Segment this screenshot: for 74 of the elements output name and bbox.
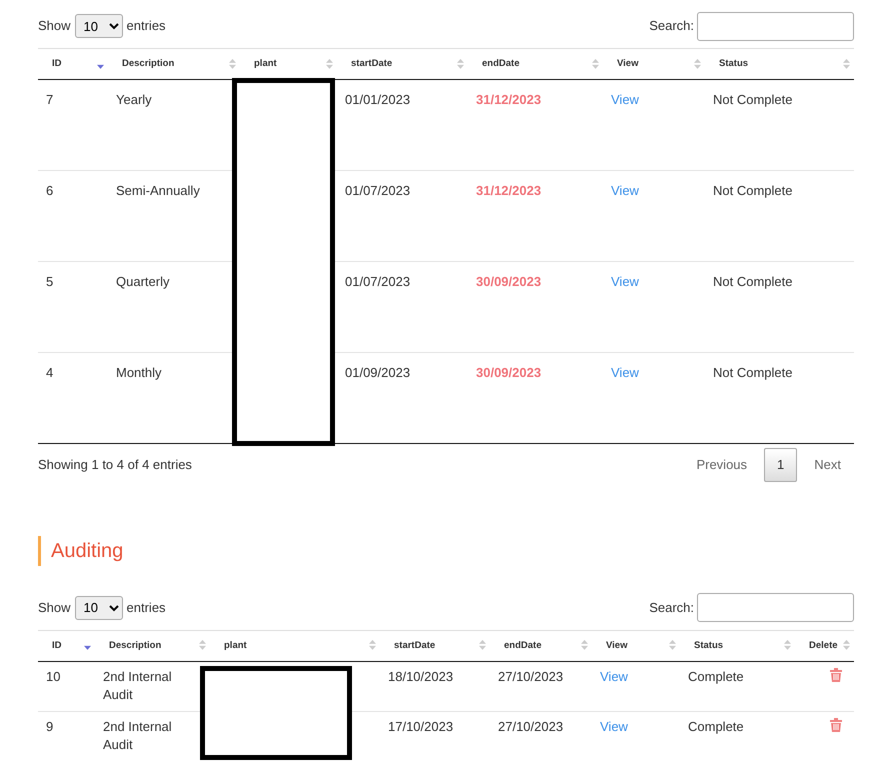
start-date-cell: 18/10/2023 [388, 669, 454, 684]
start-date-cell: 01/07/2023 [345, 274, 410, 290]
id-cell: 6 [46, 183, 54, 198]
search-label: Search: [649, 17, 694, 36]
end-date-cell: 30/09/2023 [476, 274, 542, 290]
sort-icon[interactable] [843, 57, 850, 70]
trash-icon[interactable] [830, 718, 842, 732]
status-cell: Not Complete [713, 92, 792, 108]
sort-icon[interactable] [592, 57, 599, 70]
sort-icon[interactable] [669, 639, 676, 652]
search-field[interactable] [697, 12, 854, 40]
end-date-cell: 31/12/2023 [476, 92, 542, 108]
id-cell: 4 [46, 365, 54, 380]
status-cell: Not Complete [713, 183, 792, 198]
entries-label: entries [126, 599, 166, 617]
sort-icon[interactable] [326, 57, 333, 70]
end-date-cell: 30/09/2023 [476, 365, 542, 380]
column-header[interactable]: Description [108, 48, 240, 80]
column-header[interactable]: endDate [490, 630, 592, 662]
sort-icon[interactable] [581, 639, 588, 652]
show-label: Show [38, 17, 71, 36]
description-cell: 2nd Internal Audit [103, 719, 172, 752]
page-length-select[interactable]: 10 [74, 596, 123, 620]
sort-icon[interactable] [694, 57, 701, 70]
description-cell: Quarterly [116, 274, 170, 290]
sort-icon[interactable] [229, 57, 236, 70]
description-cell: 2nd Internal Audit [103, 669, 172, 702]
entries-label: entries [126, 17, 166, 36]
column-header[interactable]: endDate [468, 48, 603, 80]
start-date-cell: 01/01/2023 [345, 92, 410, 108]
status-cell: Not Complete [713, 274, 792, 290]
status-cell: Complete [688, 669, 744, 684]
column-header[interactable]: Delete [795, 630, 854, 662]
description-cell: Monthly [116, 365, 162, 380]
id-cell: 5 [46, 274, 54, 290]
sort-icon[interactable] [199, 639, 206, 652]
sort-icon[interactable] [479, 639, 486, 652]
sort-icon[interactable] [843, 639, 850, 652]
start-date-cell: 17/10/2023 [388, 719, 454, 734]
column-header[interactable]: ID [38, 48, 108, 80]
column-header[interactable]: startDate [380, 630, 490, 662]
column-header[interactable]: Description [95, 630, 210, 662]
column-header[interactable]: startDate [337, 48, 468, 80]
end-date-cell: 27/10/2023 [498, 719, 564, 734]
section-heading: Auditing [38, 536, 854, 566]
description-cell: Yearly [116, 92, 152, 108]
search-label: Search: [649, 599, 694, 617]
page-button[interactable]: Previous [683, 448, 760, 482]
start-date-cell: 01/09/2023 [345, 365, 410, 380]
column-header[interactable]: Status [680, 630, 795, 662]
status-cell: Complete [688, 719, 744, 734]
page-button[interactable]: Next [801, 448, 854, 482]
search-field[interactable] [697, 593, 854, 622]
description-cell: Semi-Annually [116, 183, 200, 198]
page-button[interactable]: 1 [764, 448, 798, 482]
entries-info: Showing 1 to 4 of 4 entries [38, 456, 192, 474]
end-date-cell: 27/10/2023 [498, 669, 564, 684]
sort-icon[interactable] [457, 57, 464, 70]
column-header[interactable]: View [592, 630, 680, 662]
id-cell: 9 [46, 719, 54, 734]
sort-icon[interactable] [369, 639, 376, 652]
column-header[interactable]: Status [705, 48, 854, 80]
id-cell: 10 [46, 669, 60, 684]
trash-icon[interactable] [830, 668, 842, 682]
sort-icon[interactable] [784, 639, 791, 652]
column-header[interactable]: plant [210, 630, 380, 662]
id-cell: 7 [46, 92, 54, 108]
column-header[interactable]: View [603, 48, 705, 80]
start-date-cell: 01/07/2023 [345, 183, 410, 198]
status-cell: Not Complete [713, 365, 792, 380]
show-label: Show [38, 599, 71, 617]
page-length-select[interactable]: 10 [74, 14, 123, 38]
end-date-cell: 31/12/2023 [476, 183, 542, 198]
column-header[interactable]: ID [38, 630, 95, 662]
